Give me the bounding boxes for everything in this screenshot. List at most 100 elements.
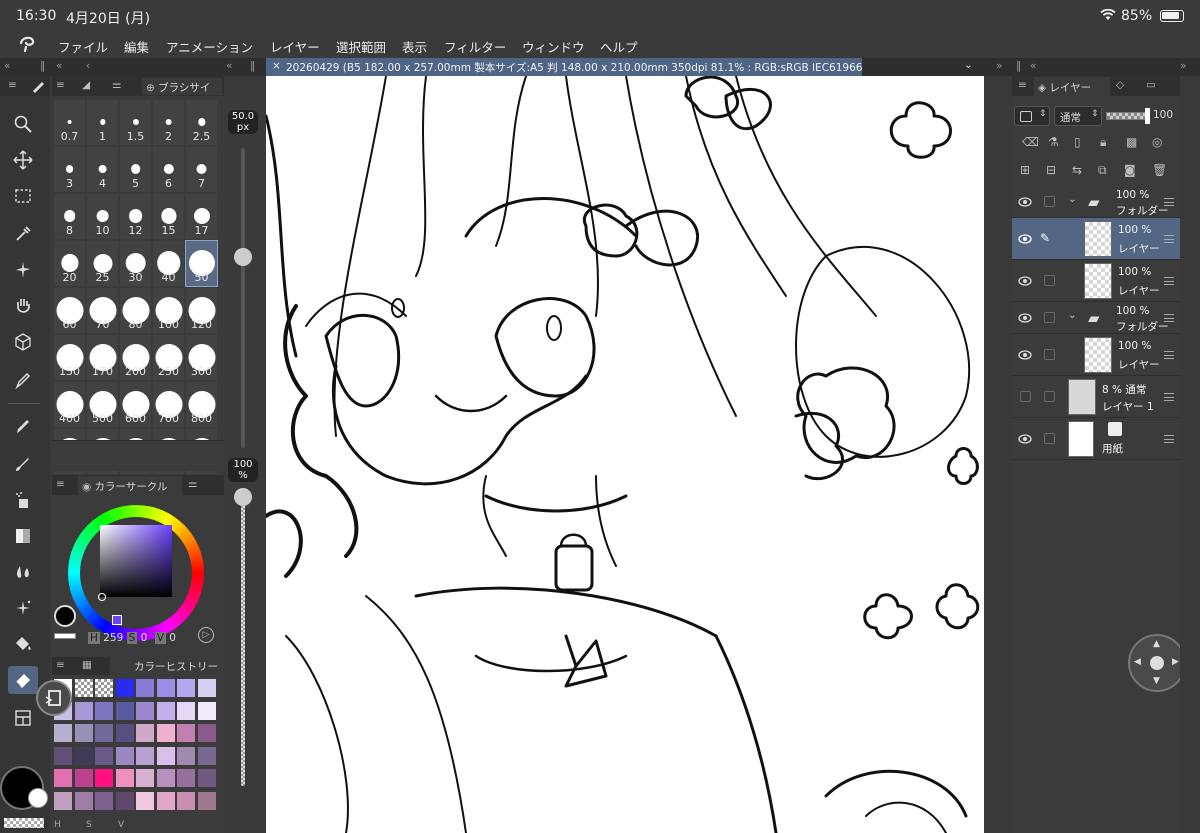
sub-color-swatch[interactable]: [28, 788, 48, 808]
brush-size-cell[interactable]: 150: [54, 335, 85, 380]
menu-icon[interactable]: ≡: [56, 659, 65, 671]
color-history-swatch[interactable]: [156, 791, 175, 810]
color-history-swatch[interactable]: [54, 746, 72, 765]
color-history-swatch[interactable]: [74, 701, 93, 720]
blend-icon[interactable]: [8, 558, 38, 586]
color-history-swatch[interactable]: [74, 791, 93, 810]
mask-icon[interactable]: ◙: [1124, 163, 1136, 177]
color-history-swatch[interactable]: [136, 746, 154, 765]
color-history-swatch[interactable]: [177, 791, 195, 810]
auto-select-icon[interactable]: [8, 256, 38, 284]
menu-icon[interactable]: [1164, 277, 1174, 285]
trash-icon[interactable]: 🗑︎: [1152, 163, 1167, 177]
menu-help[interactable]: ヘルプ: [600, 37, 638, 56]
brush-size-cell[interactable]: 20: [54, 241, 85, 286]
layer-row[interactable]: ⌄ ▰ 100 % フォルダー: [1012, 302, 1180, 334]
menu-icon[interactable]: [1164, 351, 1174, 359]
brush-size-slider[interactable]: [241, 148, 245, 448]
color-history-swatch[interactable]: [54, 724, 72, 742]
layer-row[interactable]: 用紙: [1012, 418, 1180, 460]
pen-tab-icon[interactable]: [30, 78, 46, 98]
current-color-swatch[interactable]: [54, 605, 76, 627]
brush-size-cell[interactable]: 60: [54, 288, 85, 333]
collapse-right-icon[interactable]: »: [996, 60, 1002, 72]
menu-icon[interactable]: [1164, 198, 1174, 206]
color-history-swatch[interactable]: [156, 769, 175, 787]
layer-property-tab-icon[interactable]: ◇: [1116, 79, 1124, 91]
color-history-swatch[interactable]: [115, 679, 134, 697]
color-set-tab-icon[interactable]: ▦: [82, 659, 92, 671]
brush-size-cell[interactable]: 1: [87, 100, 118, 145]
sv-cursor[interactable]: [98, 593, 106, 601]
merge-icon[interactable]: ⧉: [1098, 163, 1107, 178]
brush-size-cell[interactable]: 300: [186, 335, 217, 380]
brush-size-cell[interactable]: 700: [153, 382, 184, 427]
layer-select-checkbox[interactable]: [1044, 275, 1055, 286]
3d-object-icon[interactable]: [8, 328, 38, 356]
color-history-swatch[interactable]: [136, 769, 154, 787]
saturation-value-square[interactable]: [100, 525, 172, 597]
play-icon[interactable]: ▷: [198, 627, 214, 643]
layer-opacity-slider[interactable]: [1106, 108, 1150, 124]
layer-select-checkbox[interactable]: [1044, 391, 1055, 402]
color-history-swatch[interactable]: [74, 746, 93, 765]
eyedropper-icon[interactable]: [8, 220, 38, 248]
pencil-icon[interactable]: [8, 412, 38, 440]
hue-cursor[interactable]: [112, 615, 122, 625]
menu-icon[interactable]: [1164, 314, 1174, 322]
layer-row[interactable]: ⌄ ▰ 100 % フォルダー: [1012, 186, 1180, 218]
color-history-swatch[interactable]: [136, 791, 154, 810]
move-icon[interactable]: [8, 146, 38, 174]
layer-select-checkbox[interactable]: [1044, 196, 1055, 207]
new-layer-icon[interactable]: ⊞: [1020, 163, 1030, 177]
color-history-swatch[interactable]: [136, 679, 154, 697]
brush-size-cell[interactable]: 500: [87, 382, 118, 427]
pen-icon[interactable]: [8, 366, 38, 394]
collapse-left-icon[interactable]: «: [4, 60, 10, 72]
color-history-swatch[interactable]: [115, 791, 134, 810]
chevron-down-icon[interactable]: ⌄: [1068, 194, 1076, 205]
brush-size-cell[interactable]: 100: [153, 288, 184, 333]
selection-icon[interactable]: [8, 182, 38, 210]
collapse-icon[interactable]: «: [1030, 60, 1036, 72]
menu-icon[interactable]: ≡: [56, 478, 65, 490]
color-history-swatch[interactable]: [95, 701, 113, 720]
brush-icon[interactable]: [8, 450, 38, 478]
color-history-swatch[interactable]: [197, 679, 216, 697]
menu-layer[interactable]: レイヤー: [270, 37, 320, 56]
color-history-swatch[interactable]: [95, 746, 113, 765]
navigation-dpad[interactable]: ▲ ▼ ◀ ▶: [1128, 634, 1186, 692]
brush-size-cell[interactable]: 250: [153, 335, 184, 380]
color-toggle-icon[interactable]: [54, 633, 76, 639]
hand-icon[interactable]: [8, 292, 38, 320]
tab-layer[interactable]: ◈ レイヤー: [1034, 77, 1110, 96]
brush-size-cell[interactable]: 10: [87, 194, 118, 239]
layer-mask-icon[interactable]: ⚗: [1048, 135, 1059, 149]
color-history-swatch[interactable]: [197, 701, 216, 720]
clip-icon[interactable]: ▯: [1074, 135, 1081, 149]
decoration-icon[interactable]: [8, 594, 38, 622]
frame-icon[interactable]: [8, 704, 38, 732]
color-history-swatch[interactable]: [95, 769, 113, 787]
canvas-tab[interactable]: × 20260429 (B5 182.00 x 257.00mm 製本サイズ:A…: [266, 58, 862, 76]
color-history-swatch[interactable]: [156, 701, 175, 720]
color-history-swatch[interactable]: [197, 724, 216, 742]
menu-filter[interactable]: フィルター: [444, 37, 506, 56]
settings-tab-icon[interactable]: ⚌: [112, 79, 121, 91]
color-history-swatch[interactable]: [115, 701, 134, 720]
navigator-tab-icon[interactable]: ▭: [1146, 79, 1156, 91]
menu-icon[interactable]: ≡: [1018, 79, 1027, 91]
color-history-swatch[interactable]: [95, 791, 113, 810]
layer-row[interactable]: ✎ 100 % レイヤー: [1012, 218, 1180, 260]
eye-icon[interactable]: [1018, 276, 1032, 286]
menu-animation[interactable]: アニメーション: [166, 37, 253, 56]
brush-size-cell[interactable]: 30: [120, 241, 151, 286]
brush-size-cell[interactable]: 2.5: [186, 100, 217, 145]
brush-size-cell[interactable]: 3: [54, 147, 85, 192]
tab-brush-size[interactable]: ⊕ ブラシサイ: [142, 78, 222, 95]
color-history-swatch[interactable]: [74, 769, 93, 787]
menu-icon[interactable]: [1164, 393, 1174, 401]
eye-icon[interactable]: [1018, 350, 1032, 360]
brush-size-cell[interactable]: 6: [153, 147, 184, 192]
brush-size-cell[interactable]: 400: [54, 382, 85, 427]
